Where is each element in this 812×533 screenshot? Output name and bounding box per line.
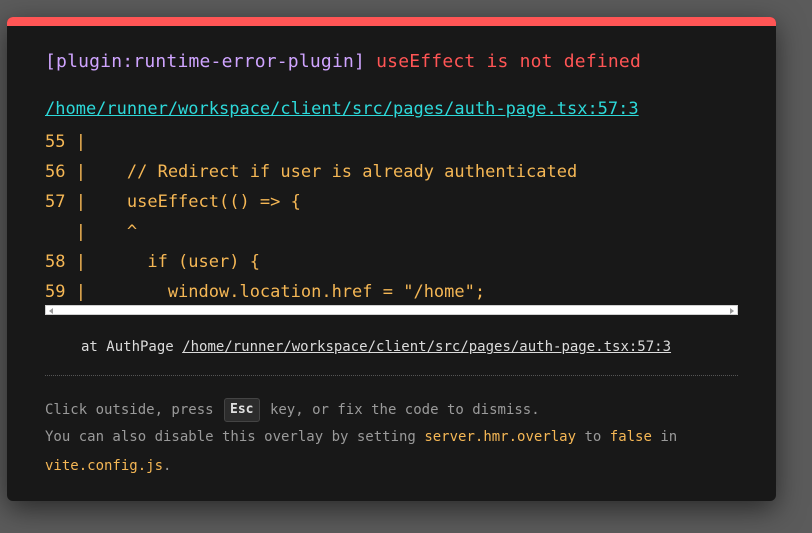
esc-key: Esc [224,398,260,422]
tip-text: in [660,429,678,445]
disable-tip: You can also disable this overlay by set… [45,427,677,447]
code-line: 55 | [45,132,86,152]
code-line: 59 | window.location.href = "/home"; [45,282,486,302]
dismiss-tip: Click outside, press Esc key, or fix the… [45,398,540,423]
setting-name: server.hmr.overlay [424,429,577,445]
scroll-left-arrow-icon[interactable] [49,308,53,314]
error-message: useEffect is not defined [376,51,642,72]
code-line: 56 | // Redirect if user is already auth… [45,162,578,182]
tip-text: . [163,458,172,474]
tip-text: You can also disable this overlay by set… [45,429,416,445]
error-accent-bar [7,17,776,26]
config-file-line: vite.config.js. [45,456,171,476]
code-frame: 55 | 56 | // Redirect if user is already… [45,127,738,313]
code-line: 58 | if (user) { [45,252,260,272]
scroll-right-arrow-icon[interactable] [730,308,734,314]
tip-text: key, or fix the code to dismiss. [269,402,540,418]
stack-trace: at AuthPage /home/runner/workspace/clien… [81,337,671,357]
code-line: 57 | useEffect(() => { [45,192,301,212]
tip-text: to [584,429,602,445]
setting-value: false [609,429,652,445]
stack-function: at AuthPage [81,339,174,355]
tip-text: Click outside, press [45,402,214,418]
error-overlay: [plugin:runtime-error-plugin] useEffect … [7,17,776,501]
divider [45,375,738,376]
error-file-link[interactable]: /home/runner/workspace/client/src/pages/… [45,97,639,121]
plugin-name: [plugin:runtime-error-plugin] [45,51,366,72]
code-line: | ^ [45,222,138,242]
config-file-name: vite.config.js [45,458,164,474]
error-title: [plugin:runtime-error-plugin] useEffect … [45,50,641,74]
code-frame-scrollbar[interactable] [45,305,738,315]
stack-location-link[interactable]: /home/runner/workspace/client/src/pages/… [182,339,671,355]
